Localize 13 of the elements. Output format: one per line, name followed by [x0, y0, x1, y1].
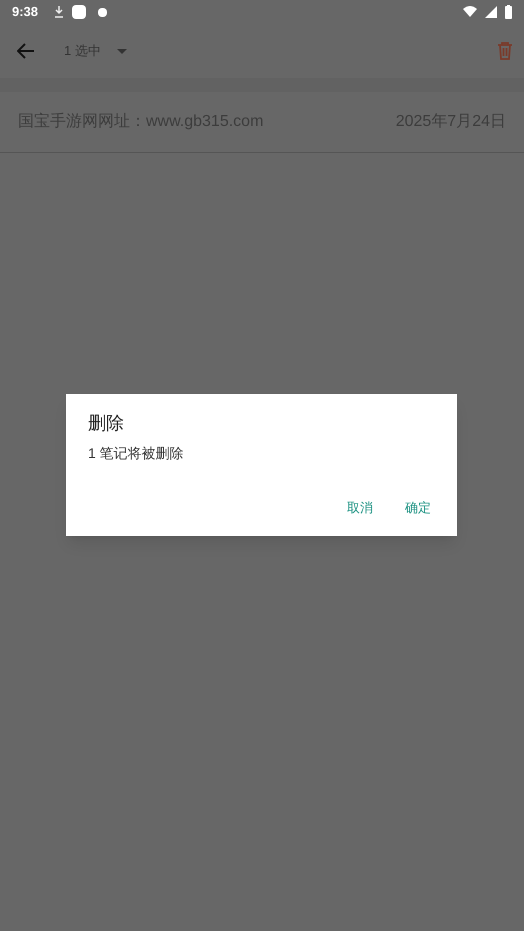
back-arrow-icon — [17, 43, 35, 59]
trash-icon — [497, 42, 513, 60]
dialog-message: 1 笔记将被删除 — [88, 444, 185, 463]
status-time: 9:38 — [12, 3, 38, 22]
dialog-title: 删除 — [88, 412, 125, 435]
dialog-button[interactable]: 确定 — [393, 494, 443, 522]
battery-icon — [505, 5, 512, 19]
caret-icon — [116, 48, 127, 54]
download-icon — [54, 6, 64, 18]
signal-icon — [485, 6, 497, 18]
dialog-button[interactable]: 取消 — [335, 494, 385, 522]
notification-icon — [72, 5, 86, 19]
wifi-icon — [463, 6, 477, 18]
